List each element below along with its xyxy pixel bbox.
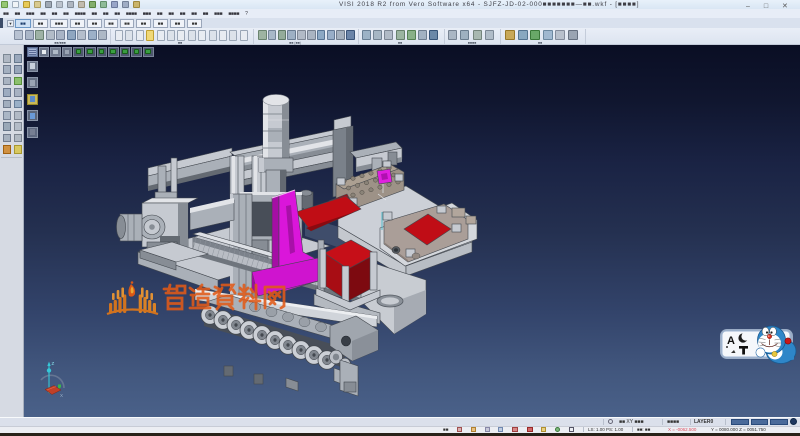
svg-text:Z: Z — [52, 361, 55, 366]
svg-text:X: X — [60, 393, 63, 398]
svg-text:A: A — [727, 335, 735, 347]
